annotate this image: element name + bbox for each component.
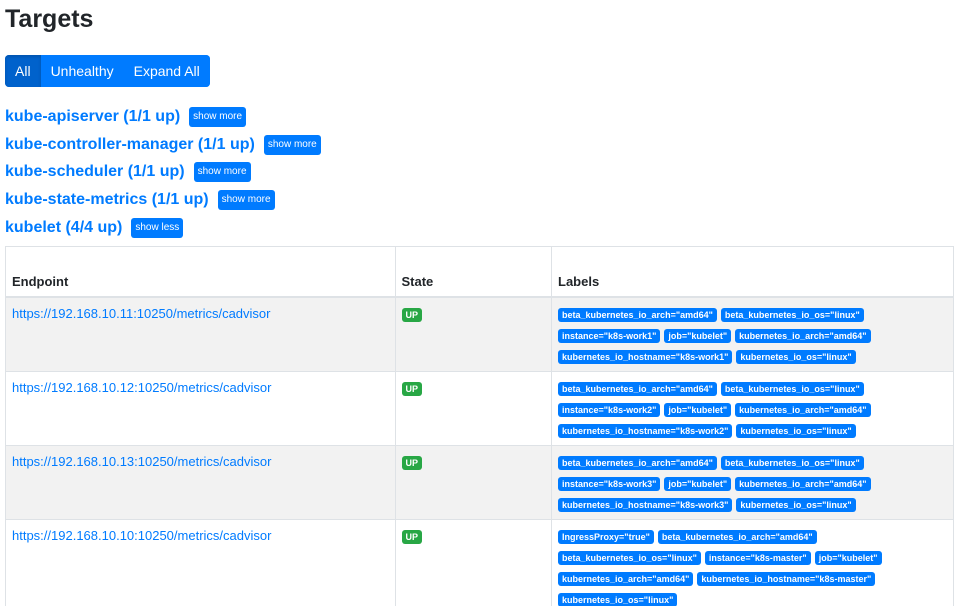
page-title: Targets bbox=[5, 5, 94, 33]
label-badge: kubernetes_io_hostname="k8s-work1" bbox=[558, 349, 733, 364]
table-row: https://192.168.10.13:10250/metrics/cadv… bbox=[5, 444, 954, 520]
label-badge: beta_kubernetes_io_arch="amd64" bbox=[558, 307, 717, 322]
label-badge: kubernetes_io_os="linux" bbox=[736, 497, 856, 512]
endpoint-link[interactable]: https://192.168.10.11:10250/metrics/cadv… bbox=[12, 306, 270, 321]
label-badge: kubernetes_io_hostname="k8s-master" bbox=[697, 571, 876, 586]
label-list: beta_kubernetes_io_arch="amd64" beta_kube… bbox=[558, 381, 938, 445]
label-badge: kubernetes_io_os="linux" bbox=[736, 423, 856, 438]
label-badge: job="kubelet" bbox=[814, 550, 882, 565]
state-badge: UP bbox=[401, 455, 423, 470]
label-badge: kubernetes_io_arch="amd64" bbox=[735, 402, 871, 417]
label-badge: beta_kubernetes_io_arch="amd64" bbox=[657, 529, 817, 544]
expand-all-button[interactable]: Expand All bbox=[123, 55, 210, 87]
label-badge: beta_kubernetes_io_os="linux" bbox=[720, 381, 864, 396]
pool-link-kube-state-metrics[interactable]: kube-state-metrics (1/1 up) bbox=[5, 191, 209, 209]
state-badge: UP bbox=[401, 307, 423, 322]
label-badge: IngressProxy="true" bbox=[558, 529, 654, 544]
label-badge: kubernetes_io_os="linux" bbox=[558, 592, 678, 606]
filter-button-group: All Unhealthy Expand All bbox=[5, 55, 210, 87]
label-badge: beta_kubernetes_io_arch="amd64" bbox=[558, 455, 717, 470]
table-row: https://192.168.10.10:10250/metrics/cadv… bbox=[5, 518, 954, 606]
pool-row: kube-controller-manager (1/1 up) show mo… bbox=[5, 131, 321, 159]
show-less-button[interactable]: show less bbox=[131, 217, 184, 238]
filter-all-button[interactable]: All bbox=[5, 55, 41, 87]
label-badge: instance="k8s-work2" bbox=[558, 402, 661, 417]
label-badge: kubernetes_io_arch="amd64" bbox=[558, 571, 694, 586]
label-list: beta_kubernetes_io_arch="amd64" beta_kube… bbox=[558, 307, 938, 371]
table-header-row: Endpoint State Labels bbox=[5, 246, 954, 298]
show-more-button[interactable]: show more bbox=[263, 134, 321, 155]
label-badge: beta_kubernetes_io_os="linux" bbox=[720, 307, 864, 322]
label-badge: kubernetes_io_hostname="k8s-work2" bbox=[558, 423, 733, 438]
pool-row: kube-apiserver (1/1 up) show more bbox=[5, 103, 321, 131]
state-badge: UP bbox=[401, 381, 423, 396]
label-list: beta_kubernetes_io_arch="amd64" beta_kube… bbox=[558, 455, 938, 519]
table-row: https://192.168.10.12:10250/metrics/cadv… bbox=[5, 370, 954, 446]
column-header-endpoint: Endpoint bbox=[5, 246, 396, 298]
scrape-pool-list: kube-apiserver (1/1 up) show more kube-c… bbox=[5, 103, 321, 241]
label-badge: instance="k8s-work3" bbox=[558, 476, 661, 491]
column-header-state: State bbox=[394, 246, 553, 298]
label-badge: kubernetes_io_hostname="k8s-work3" bbox=[558, 497, 733, 512]
label-badge: beta_kubernetes_io_arch="amd64" bbox=[558, 381, 717, 396]
targets-table: Endpoint State Labels https://192.168.10… bbox=[5, 246, 954, 606]
label-badge: kubernetes_io_os="linux" bbox=[736, 349, 856, 364]
column-header-labels: Labels bbox=[551, 246, 954, 298]
label-badge: job="kubelet" bbox=[664, 402, 732, 417]
label-badge: instance="k8s-work1" bbox=[558, 328, 661, 343]
label-badge: beta_kubernetes_io_os="linux" bbox=[558, 550, 701, 565]
label-badge: instance="k8s-master" bbox=[704, 550, 811, 565]
show-more-button[interactable]: show more bbox=[193, 162, 251, 183]
endpoint-link[interactable]: https://192.168.10.12:10250/metrics/cadv… bbox=[12, 380, 271, 395]
label-badge: kubernetes_io_arch="amd64" bbox=[735, 328, 871, 343]
label-badge: job="kubelet" bbox=[664, 328, 732, 343]
show-more-button[interactable]: show more bbox=[217, 189, 275, 210]
endpoint-link[interactable]: https://192.168.10.13:10250/metrics/cadv… bbox=[12, 454, 271, 469]
pool-row: kube-scheduler (1/1 up) show more bbox=[5, 158, 321, 186]
pool-row: kubelet (4/4 up) show less bbox=[5, 214, 321, 242]
pool-link-kube-controller-manager[interactable]: kube-controller-manager (1/1 up) bbox=[5, 136, 255, 154]
show-more-button[interactable]: show more bbox=[189, 106, 247, 127]
filter-unhealthy-button[interactable]: Unhealthy bbox=[40, 55, 124, 87]
pool-link-kube-scheduler[interactable]: kube-scheduler (1/1 up) bbox=[5, 163, 185, 181]
targets-page: Targets All Unhealthy Expand All kube-ap… bbox=[0, 0, 955, 606]
state-badge: UP bbox=[401, 529, 423, 544]
table-row: https://192.168.10.11:10250/metrics/cadv… bbox=[5, 296, 954, 372]
label-badge: beta_kubernetes_io_os="linux" bbox=[720, 455, 864, 470]
endpoint-link[interactable]: https://192.168.10.10:10250/metrics/cadv… bbox=[12, 528, 271, 543]
pool-link-kubelet[interactable]: kubelet (4/4 up) bbox=[5, 219, 122, 237]
label-badge: job="kubelet" bbox=[664, 476, 732, 491]
pool-row: kube-state-metrics (1/1 up) show more bbox=[5, 186, 321, 214]
label-badge: kubernetes_io_arch="amd64" bbox=[735, 476, 871, 491]
label-list: IngressProxy="true" beta_kubernetes_io_ar… bbox=[558, 529, 938, 606]
pool-link-kube-apiserver[interactable]: kube-apiserver (1/1 up) bbox=[5, 108, 180, 126]
